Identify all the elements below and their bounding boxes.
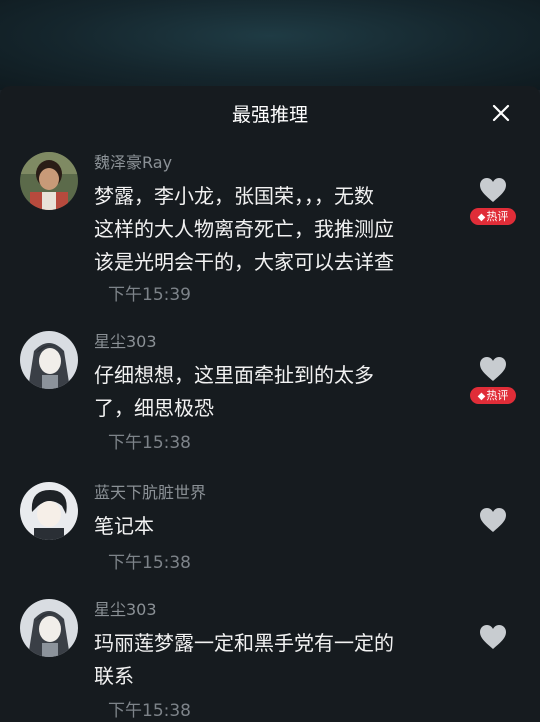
- comment-text-line: 联系: [94, 664, 134, 688]
- like-button[interactable]: [478, 355, 508, 383]
- avatar[interactable]: [20, 331, 78, 389]
- hot-badge-label: 热评: [486, 210, 509, 223]
- comment-time: 下午15:38: [108, 701, 191, 721]
- close-icon: [492, 104, 510, 122]
- comment-time: 下午15:38: [108, 433, 191, 453]
- like-button[interactable]: [478, 176, 508, 204]
- heart-icon: [480, 508, 506, 532]
- avatar[interactable]: [20, 482, 78, 540]
- comment-username[interactable]: 星尘303: [94, 599, 157, 621]
- comment-text-line: 笔记本: [94, 514, 154, 538]
- heart-icon: [480, 625, 506, 649]
- video-background: [0, 0, 540, 90]
- anime-boy-avatar-icon: [20, 482, 78, 540]
- comment-text-line: 该是光明会干的，大家可以去详查: [94, 250, 394, 274]
- comment-text-line: 玛丽莲梦露一定和黑手党有一定的: [94, 631, 394, 655]
- heart-icon: [480, 178, 506, 202]
- comment-text-line: 仔细想想，这里面牵扯到的太多: [94, 363, 374, 387]
- hot-badge-label: 热评: [486, 389, 509, 402]
- close-button[interactable]: [486, 98, 516, 128]
- fire-icon: ◆: [477, 391, 486, 402]
- comment-username[interactable]: 星尘303: [94, 331, 157, 353]
- hot-comment-badge: ◆热评: [470, 387, 516, 404]
- fire-icon: ◆: [477, 212, 486, 223]
- comment-time: 下午15:38: [108, 553, 191, 573]
- comments-sheet: 最强推理 魏泽豪Ray 梦露，李小龙，张国荣，，，无数 这样的大人物离奇死亡，我…: [0, 86, 540, 722]
- comment-text-line: 这样的大人物离奇死亡，我推测应: [94, 217, 394, 241]
- comment-username[interactable]: 魏泽豪Ray: [94, 152, 172, 174]
- comment-text-line: 了，细思极恐: [94, 396, 214, 420]
- avatar[interactable]: [20, 152, 78, 210]
- like-button[interactable]: [478, 623, 508, 651]
- heart-icon: [480, 357, 506, 381]
- photo-avatar-icon: [20, 152, 78, 210]
- comment-time: 下午15:39: [108, 285, 191, 305]
- hot-comment-badge: ◆热评: [470, 208, 516, 225]
- avatar[interactable]: [20, 599, 78, 657]
- comment-username[interactable]: 蓝天下肮脏世界: [94, 482, 206, 504]
- sheet-title: 最强推理: [231, 104, 308, 126]
- like-button[interactable]: [478, 506, 508, 534]
- comment-text-line: 梦露，李小龙，张国荣，，，无数: [94, 184, 374, 208]
- anime-avatar-icon: [20, 599, 78, 657]
- anime-avatar-icon: [20, 331, 78, 389]
